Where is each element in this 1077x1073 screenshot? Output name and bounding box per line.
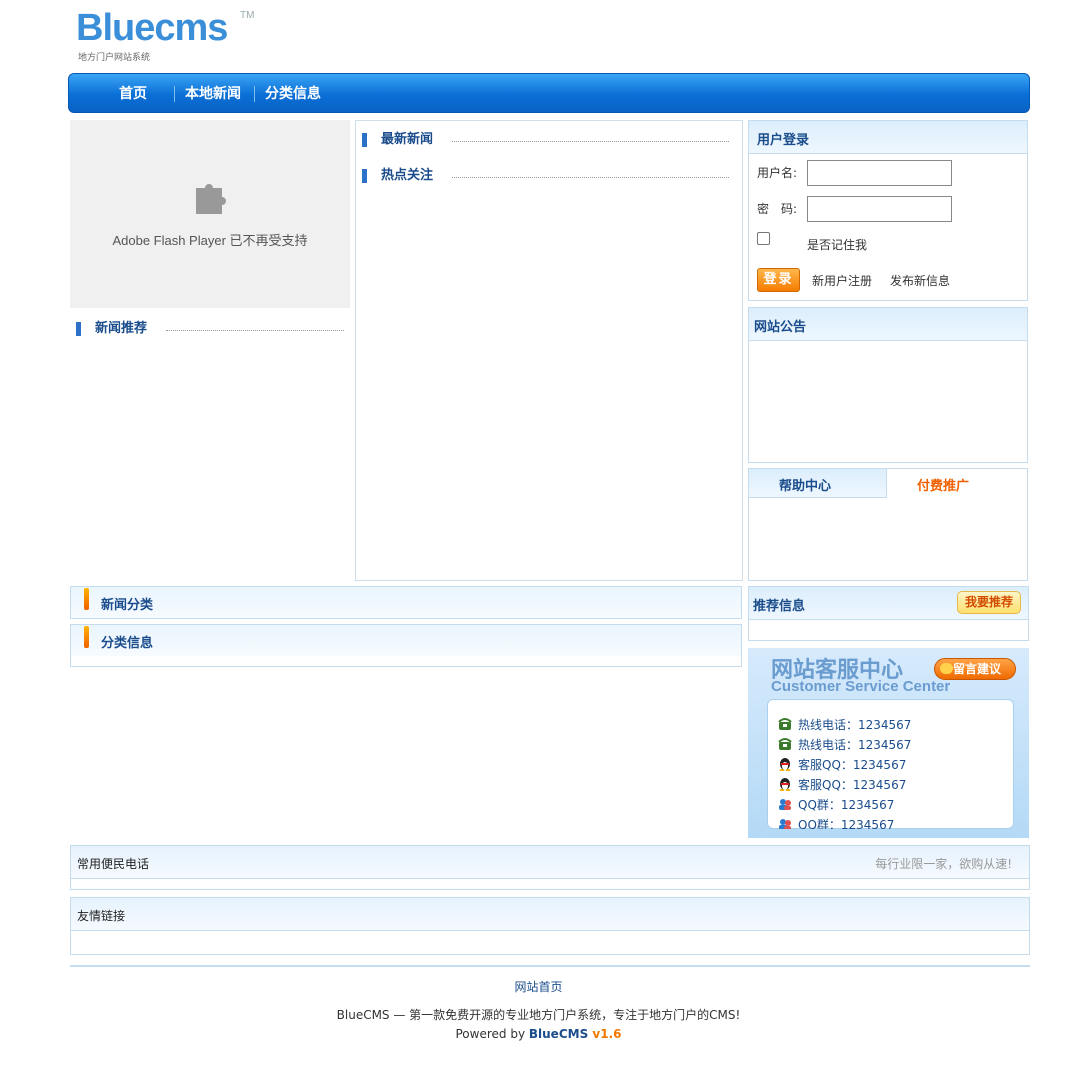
hot-focus-header: 热点关注: [362, 167, 729, 187]
powered-brand-link[interactable]: BlueCMS: [529, 1027, 588, 1041]
powered-version: v1.6: [588, 1027, 622, 1041]
customer-service-panel: 网站客服中心 Customer Service Center 留言建议 热线电话…: [748, 648, 1029, 838]
site-logo[interactable]: Bluecms TM 地方门户网站系统: [76, 8, 256, 64]
register-link[interactable]: 新用户注册: [812, 272, 872, 289]
contact-item-label: 热线电话：1234567: [798, 738, 912, 752]
notice-box: 网站公告: [748, 307, 1028, 463]
flash-banner: Adobe Flash Player 已不再受支持: [70, 120, 350, 308]
common-phones-title: 常用便民电话: [77, 857, 150, 871]
dotted-divider: [166, 330, 344, 331]
qq-penguin-icon: [779, 778, 791, 791]
customer-service-subtitle: Customer Service Center: [771, 678, 951, 695]
footer-home-link[interactable]: 网站首页: [0, 978, 1077, 995]
hot-focus-title: 热点关注: [381, 168, 434, 183]
post-info-link[interactable]: 发布新信息: [890, 272, 950, 289]
common-phones-note: 每行业限一家，欲购从速!: [875, 857, 1012, 871]
nav-item-classified[interactable]: 分类信息: [265, 74, 321, 114]
news-recommend-header: 新闻推荐: [76, 320, 344, 340]
section-marker: [362, 169, 367, 183]
section-marker: [76, 322, 81, 336]
puzzle-piece-icon: [196, 184, 226, 214]
latest-news-header: 最新新闻: [362, 131, 729, 151]
tab-paid-promotion[interactable]: 付费推广: [887, 468, 1028, 498]
contact-item[interactable]: 客服QQ：1234567: [778, 756, 906, 776]
feedback-button[interactable]: 留言建议: [934, 658, 1016, 680]
common-phones-header: 常用便民电话 每行业限一家，欲购从速!: [71, 846, 1029, 879]
feedback-button-label: 留言建议: [953, 662, 1002, 676]
contact-item[interactable]: QQ群：1234567: [778, 796, 894, 816]
friend-links-header: 友情链接: [71, 898, 1029, 931]
powered-prefix: Powered by: [455, 1027, 529, 1041]
password-input[interactable]: [807, 196, 952, 222]
contact-item[interactable]: 热线电话：1234567: [778, 716, 911, 736]
news-category-title: 新闻分类: [101, 598, 154, 613]
section-marker: [362, 133, 367, 147]
username-input[interactable]: [807, 160, 952, 186]
notice-title: 网站公告: [754, 320, 807, 335]
login-title: 用户登录: [757, 133, 810, 148]
contact-item[interactable]: 客服QQ：1234567: [778, 776, 906, 796]
phone-icon: [778, 718, 792, 730]
remember-me-label: 是否记住我: [807, 238, 868, 252]
tab-paid-label: 付费推广: [917, 479, 970, 494]
contact-item[interactable]: 热线电话：1234567: [778, 736, 911, 756]
contact-item[interactable]: QQ群：1234567: [778, 816, 894, 829]
news-recommend-title: 新闻推荐: [95, 321, 148, 336]
login-box-header: 用户登录: [749, 121, 1027, 154]
footer-powered-by: Powered by BlueCMS v1.6: [0, 1027, 1077, 1041]
section-marker: [84, 626, 89, 648]
tab-help-label: 帮助中心: [779, 479, 832, 494]
logo-trademark: TM: [240, 10, 255, 21]
logo-subtitle: 地方门户网站系统: [78, 53, 151, 63]
recommend-title: 推荐信息: [753, 599, 806, 614]
classified-title: 分类信息: [101, 636, 154, 651]
footer-divider: [70, 965, 1030, 967]
contact-item-label: 热线电话：1234567: [798, 718, 912, 732]
nav-item-local-news[interactable]: 本地新闻: [185, 74, 241, 114]
main-nav: 首页 本地新闻 分类信息: [68, 73, 1030, 113]
contact-item-label: 客服QQ：1234567: [798, 778, 907, 792]
middle-column: [355, 120, 743, 581]
notice-box-header: 网站公告: [749, 308, 1027, 341]
nav-item-home[interactable]: 首页: [119, 74, 147, 114]
nav-separator: [174, 86, 175, 102]
contact-item-label: 客服QQ：1234567: [798, 758, 907, 772]
contact-item-label: QQ群：1234567: [798, 818, 895, 829]
password-label: 密 码:: [757, 202, 798, 216]
classified-bar: 分类信息: [70, 624, 742, 657]
dotted-divider: [452, 177, 729, 178]
remember-me-checkbox[interactable]: [757, 232, 770, 245]
common-phones-box: 常用便民电话 每行业限一家，欲购从速!: [70, 845, 1030, 890]
qq-group-icon: [779, 799, 791, 810]
friend-links-box: 友情链接: [70, 897, 1030, 955]
latest-news-title: 最新新闻: [381, 132, 434, 147]
logo-text: Bluecms: [76, 7, 228, 49]
qq-group-icon: [779, 819, 791, 829]
footer-description: BlueCMS — 第一款免费开源的专业地方门户系统，专注于地方门户的CMS!: [336, 1008, 741, 1022]
speech-bubble-icon: [940, 663, 953, 674]
contact-item-label: QQ群：1234567: [798, 798, 895, 812]
news-category-bar: 新闻分类: [70, 586, 742, 619]
flash-unsupported-message: Adobe Flash Player 已不再受支持: [112, 233, 308, 248]
dotted-divider: [452, 141, 729, 142]
nav-separator: [254, 86, 255, 102]
recommend-button[interactable]: 我要推荐: [957, 591, 1021, 614]
friend-links-title: 友情链接: [77, 909, 126, 923]
section-marker: [84, 588, 89, 610]
tab-help-center[interactable]: 帮助中心: [748, 468, 887, 498]
classified-body: [70, 656, 742, 667]
login-button[interactable]: 登录: [757, 268, 800, 292]
phone-icon: [778, 738, 792, 750]
qq-penguin-icon: [779, 758, 791, 771]
contact-list: 热线电话：1234567 热线电话：1234567 客服QQ：1234567 客…: [767, 699, 1014, 829]
username-label: 用户名:: [757, 166, 798, 180]
